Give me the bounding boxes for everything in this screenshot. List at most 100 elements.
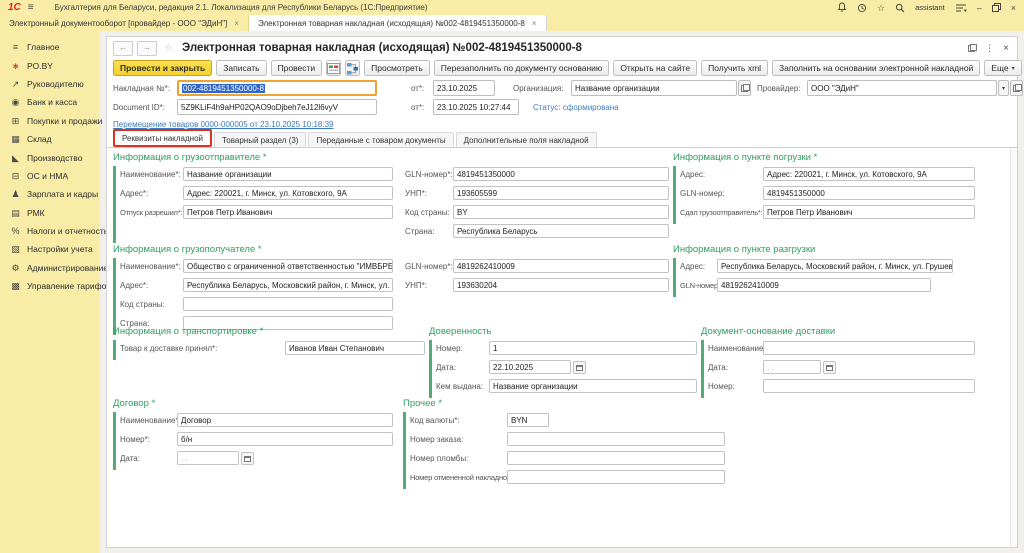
provider-input[interactable]: ООО "ЭДиН" <box>807 80 997 96</box>
sidebar-item-salary[interactable]: ♟ Зарплата и кадры <box>0 185 100 203</box>
unloading-gln-input[interactable]: 4819262410009 <box>717 278 931 292</box>
notifications-bell-icon[interactable] <box>837 2 847 13</box>
document-structure-icon-button[interactable] <box>345 60 361 76</box>
app-tab-waybill[interactable]: Электронная товарная накладная (исходяща… <box>248 15 547 31</box>
open-on-site-button[interactable]: Открыть на сайте <box>613 60 698 76</box>
loading-address-input[interactable]: Адрес: 220021, г. Минск, ул. Котовского,… <box>763 167 975 181</box>
get-xml-button[interactable]: Получить xml <box>701 60 769 76</box>
save-button[interactable]: Записать <box>216 60 267 76</box>
delivery-basis-number-input[interactable] <box>763 379 975 393</box>
tab-waybill-details[interactable]: Реквизиты накладной <box>113 129 213 147</box>
base-document-link[interactable]: Перемещение товаров 0000-000005 от 23.10… <box>113 120 334 129</box>
refill-from-base-button[interactable]: Перезаполнить по документу основанию <box>433 60 610 76</box>
app-tab-edo[interactable]: Электронный документооборот [провайдер -… <box>0 15 249 31</box>
attorney-issued-input[interactable]: Название организации <box>489 379 697 393</box>
section-title: Информация о пункте погрузки * <box>673 152 818 163</box>
assistant-label[interactable]: assistant <box>915 3 945 13</box>
contract-date-input[interactable]: . . <box>177 451 239 465</box>
favorites-star-icon[interactable]: ☆ <box>877 3 885 13</box>
sidebar-item-administration[interactable]: ⚙ Администрирование <box>0 259 108 277</box>
section-consignee: Информация о грузополучателе * Наименова… <box>113 244 673 335</box>
shipper-country-input[interactable]: Республика Беларусь <box>453 224 669 238</box>
minimize-button[interactable]: – <box>977 3 982 13</box>
open-in-window-icon[interactable] <box>968 44 978 52</box>
shipper-unp-input[interactable]: 193605599 <box>453 186 669 200</box>
tab-documents-with-goods[interactable]: Переданные с товаром документы <box>308 132 454 147</box>
history-icon[interactable] <box>857 3 867 13</box>
consignee-gln-input[interactable]: 4819262410009 <box>453 259 669 273</box>
sidebar-item-purchases[interactable]: ⊞ Покупки и продажи <box>0 112 103 130</box>
main-menu-icon[interactable]: ≡ <box>28 0 34 15</box>
tab-close-icon[interactable]: × <box>532 19 537 28</box>
cancelled-waybill-number-input[interactable] <box>507 470 725 484</box>
show-postings-icon-button[interactable] <box>326 60 342 76</box>
delivery-basis-name-input[interactable] <box>763 341 975 355</box>
attorney-number-input[interactable]: 1 <box>489 341 697 355</box>
sidebar-item-bank[interactable]: ◉ Банк и касса <box>0 93 100 111</box>
more-menu-icon[interactable]: ⋮ <box>985 43 994 54</box>
datetime-input[interactable]: 23.10.2025 10:27:44 <box>433 99 519 115</box>
field-label: Наименование*: <box>120 170 181 179</box>
search-icon[interactable] <box>895 3 905 13</box>
forward-arrow-button[interactable]: → <box>137 40 157 56</box>
sidebar-item-warehouse[interactable]: ▦ Склад <box>0 130 100 148</box>
book-icon: ▧ <box>11 244 20 255</box>
sidebar-item-fixed-assets[interactable]: ⊟ ОС и НМА <box>0 167 100 185</box>
back-arrow-button[interactable]: ← <box>113 40 133 56</box>
post-button[interactable]: Провести <box>270 60 323 76</box>
calendar-icon[interactable] <box>823 361 836 374</box>
sidebar-item-production[interactable]: ◣ Производство <box>0 148 100 166</box>
provider-dropdown-button[interactable]: ▾ <box>998 80 1009 96</box>
loading-handed-input[interactable]: Петров Петр Иванович <box>763 205 975 219</box>
delivery-basis-date-input[interactable]: . . <box>763 360 821 374</box>
close-button[interactable]: × <box>1011 3 1016 13</box>
sidebar-item-tariff[interactable]: ▩ Управление тарифом <box>0 277 112 295</box>
sidebar-item-rmk[interactable]: ▤ РМК <box>0 204 100 222</box>
tab-close-icon[interactable]: × <box>234 19 239 28</box>
preview-button[interactable]: Просмотреть <box>364 60 430 76</box>
unloading-address-input[interactable]: Республика Беларусь, Московский район, г… <box>717 259 953 273</box>
consignee-unp-input[interactable]: 193630204 <box>453 278 669 292</box>
attorney-date-input[interactable]: 22.10.2025 <box>489 360 571 374</box>
view-settings-icon[interactable] <box>955 3 967 13</box>
sidebar-item-poby[interactable]: ∗ PO.BY <box>0 56 100 74</box>
vertical-scrollbar[interactable] <box>1010 148 1017 547</box>
sidebar-item-accounting-settings[interactable]: ▧ Настройки учета <box>0 240 100 258</box>
calendar-icon[interactable] <box>573 361 586 374</box>
order-number-input[interactable] <box>507 432 725 446</box>
transport-accepted-input[interactable]: Иванов Иван Степанович <box>285 341 425 355</box>
shipper-gln-input[interactable]: 4819451350000 <box>453 167 669 181</box>
consignee-address-input[interactable]: Республика Беларусь, Московский район, г… <box>183 278 393 292</box>
seal-number-input[interactable] <box>507 451 725 465</box>
favorite-star-icon[interactable]: ☆ <box>164 43 173 54</box>
tab-additional-fields[interactable]: Дополнительные поля накладной <box>455 132 597 147</box>
consignee-country-code-input[interactable] <box>183 297 393 311</box>
post-and-close-button[interactable]: Провести и закрыть <box>113 60 213 76</box>
more-button[interactable]: Еще ▾ <box>984 60 1022 76</box>
loading-gln-input[interactable]: 4819451350000 <box>763 186 975 200</box>
waybill-date-input[interactable]: 23.10.2025 <box>433 80 495 96</box>
waybill-number-input[interactable]: 002-4819451350000-8 <box>177 80 377 96</box>
sidebar-item-manager[interactable]: ↗ Руководителю <box>0 75 100 93</box>
sidebar-item-taxes[interactable]: % Налоги и отчетность <box>0 222 108 240</box>
organization-open-button[interactable] <box>738 80 751 96</box>
tab-goods-section[interactable]: Товарный раздел (3) <box>214 132 307 147</box>
shipper-release-input[interactable]: Петров Петр Иванович <box>183 205 393 219</box>
restore-button[interactable] <box>991 3 1001 12</box>
shipper-address-input[interactable]: Адрес: 220021, г. Минск, ул. Котовского,… <box>183 186 393 200</box>
contract-name-input[interactable]: Договор <box>177 413 393 427</box>
fill-from-e-waybill-button[interactable]: Заполнить на основании электронной накла… <box>772 60 981 76</box>
document-id-input[interactable]: 5Z9KLiF4h9aHP02QAO9oDjbeh7eJ12l6vyV <box>177 99 377 115</box>
organization-input[interactable]: Название организации <box>571 80 737 96</box>
sidebar-item-main[interactable]: ≡ Главное <box>0 38 100 56</box>
shipper-country-code-input[interactable]: BY <box>453 205 669 219</box>
consignee-name-input[interactable]: Общество с ограниченной ответственностью… <box>183 259 393 273</box>
contract-number-input[interactable]: б/н <box>177 432 393 446</box>
shipper-name-input[interactable]: Название организации <box>183 167 393 181</box>
calendar-icon[interactable] <box>241 452 254 465</box>
field-label: Наименование*: <box>120 416 181 425</box>
provider-open-button[interactable] <box>1010 80 1023 96</box>
field-label: УНП*: <box>405 281 427 290</box>
form-close-icon[interactable]: × <box>1003 43 1009 54</box>
currency-code-input[interactable]: BYN <box>507 413 549 427</box>
